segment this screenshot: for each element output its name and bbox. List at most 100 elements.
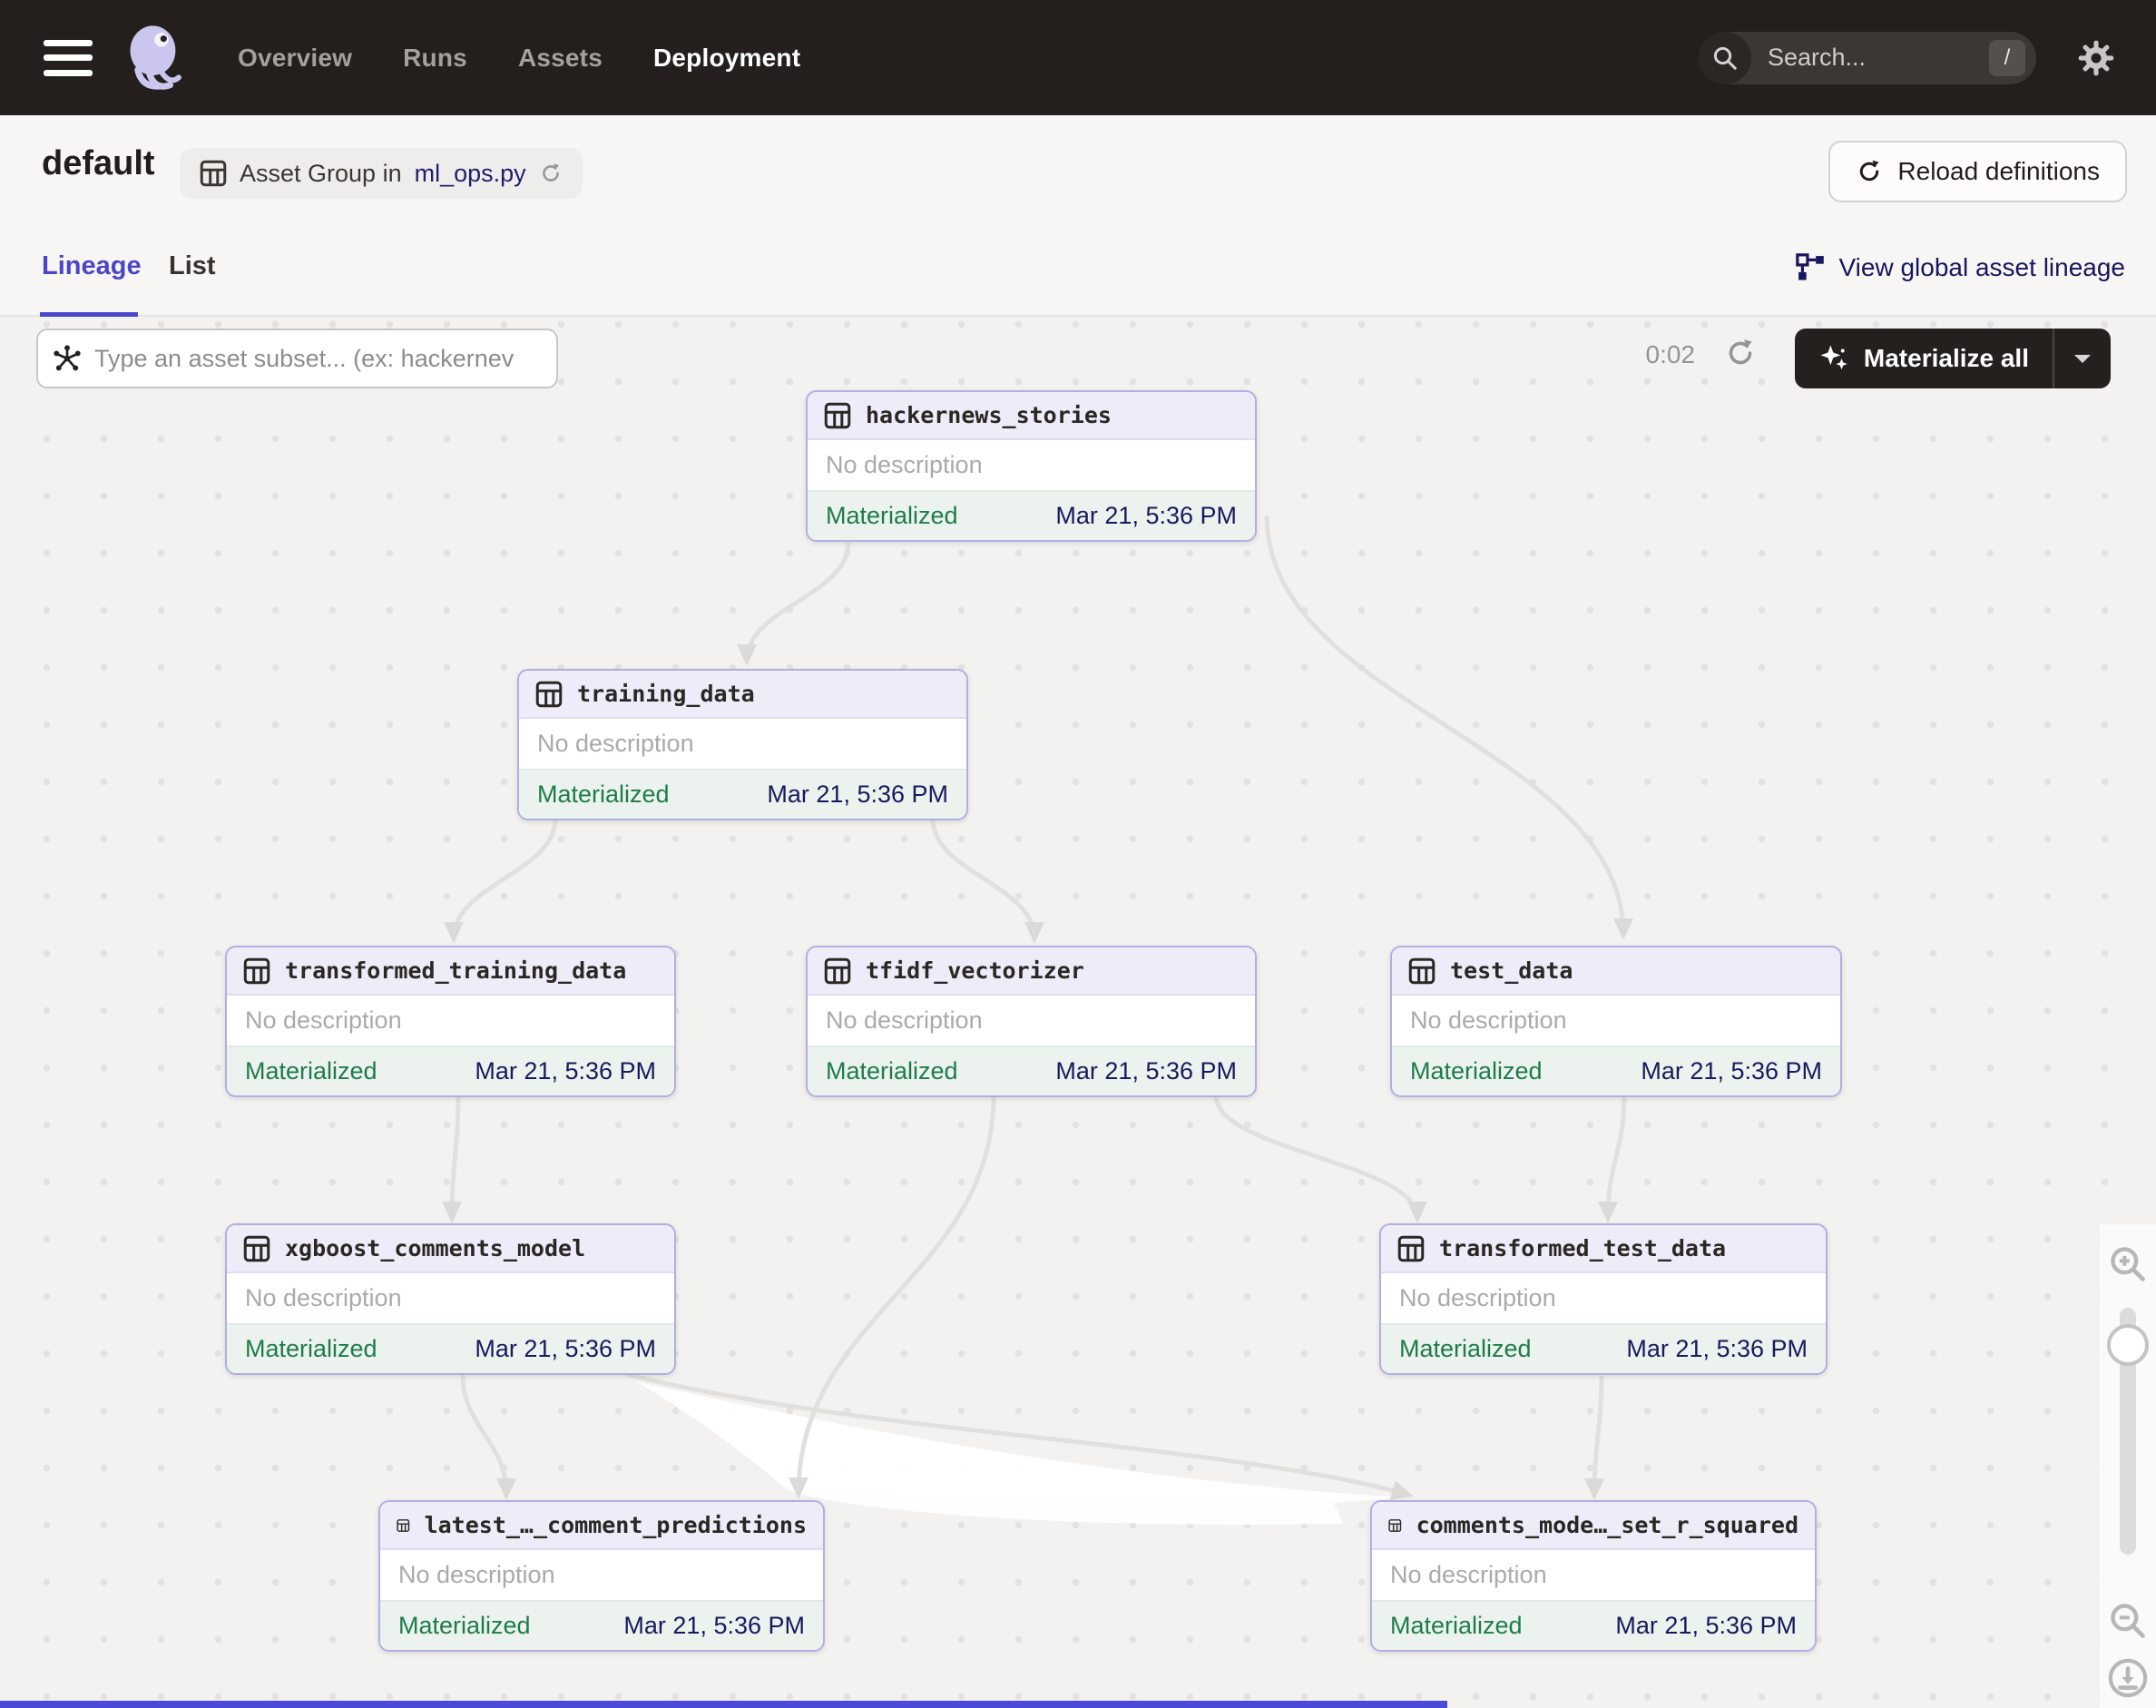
asset-name: xgboost_comments_model (285, 1235, 585, 1261)
materialization-timestamp-link[interactable]: Mar 21, 5:36 PM (623, 1612, 805, 1640)
nav-link-overview[interactable]: Overview (238, 44, 352, 73)
materialize-all-label: Materialize all (1864, 344, 2029, 373)
asset-description: No description (1410, 1006, 1567, 1035)
search-placeholder: Search... (1768, 44, 1989, 72)
asset-node-header: transformed_test_data (1381, 1225, 1826, 1273)
table-icon (200, 160, 227, 187)
graph-refresh-icon[interactable] (1724, 337, 1757, 369)
materialized-status: Materialized (245, 1057, 377, 1085)
sparkle-icon (1818, 343, 1849, 374)
refresh-icon[interactable] (539, 162, 563, 185)
zoom-slider-handle[interactable] (2107, 1324, 2149, 1366)
materialization-timestamp-link[interactable]: Mar 21, 5:36 PM (767, 780, 948, 809)
tab-lineage[interactable]: Lineage (42, 251, 142, 281)
materialization-timestamp-link[interactable]: Mar 21, 5:36 PM (1615, 1612, 1797, 1640)
materialization-timestamp-link[interactable]: Mar 21, 5:36 PM (475, 1057, 656, 1085)
materialize-options-button[interactable] (2053, 329, 2111, 388)
zoom-out-icon[interactable] (2108, 1601, 2148, 1641)
settings-gear-icon[interactable] (2076, 38, 2116, 78)
asset-node-footer: Materialized Mar 21, 5:36 PM (808, 1045, 1255, 1095)
asset-node-transformed_training_data[interactable]: transformed_training_data No description… (225, 946, 676, 1097)
asset-node-body: No description (380, 1550, 823, 1600)
asset-description: No description (826, 451, 983, 479)
asset-node-training_data[interactable]: training_data No description Materialize… (517, 669, 968, 820)
refresh-timer: 0:02 (1646, 340, 1696, 369)
reload-definitions-label: Reload definitions (1897, 157, 2100, 186)
asset-node-tfidf_vectorizer[interactable]: tfidf_vectorizer No description Material… (806, 946, 1257, 1097)
lineage-canvas[interactable]: hackernews_stories No description Materi… (0, 317, 2156, 1708)
asset-node-header: hackernews_stories (808, 392, 1255, 440)
view-global-asset-lineage-label: View global asset lineage (1839, 253, 2125, 282)
menu-icon[interactable] (44, 40, 93, 76)
table-icon (535, 681, 563, 708)
asset-node-xgboost_comments_model[interactable]: xgboost_comments_model No description Ma… (225, 1223, 676, 1375)
asset-description: No description (245, 1284, 402, 1312)
asset-node-body: No description (1381, 1273, 1826, 1323)
materialize-all-split-button: Materialize all (1795, 329, 2111, 388)
page-title: default (42, 144, 155, 183)
asset-node-comments_model_r_squared[interactable]: comments_mode…_set_r_squared No descript… (1370, 1500, 1817, 1652)
asset-node-test_data[interactable]: test_data No description Materialized Ma… (1390, 946, 1842, 1097)
asset-node-footer: Materialized Mar 21, 5:36 PM (1372, 1600, 1815, 1650)
asset-node-header: latest_…_comment_predictions (380, 1502, 823, 1550)
nav-link-deployment[interactable]: Deployment (653, 44, 800, 73)
asset-name: hackernews_stories (866, 402, 1112, 428)
view-global-asset-lineage-link[interactable]: View global asset lineage (1796, 253, 2125, 282)
asset-node-header: xgboost_comments_model (227, 1225, 674, 1273)
asset-description: No description (398, 1561, 555, 1589)
table-icon (1388, 1512, 1402, 1539)
nav-links: Overview Runs Assets Deployment (238, 44, 800, 73)
materialization-timestamp-link[interactable]: Mar 21, 5:36 PM (475, 1335, 656, 1363)
asset-subset-input[interactable] (94, 345, 542, 373)
materialized-status: Materialized (1390, 1612, 1523, 1640)
materialization-timestamp-link[interactable]: Mar 21, 5:36 PM (1626, 1335, 1808, 1363)
asset-node-header: transformed_training_data (227, 947, 674, 996)
zoom-in-icon[interactable] (2108, 1244, 2148, 1284)
horizontal-scrollbar[interactable] (0, 1701, 1447, 1708)
asset-node-hackernews_stories[interactable]: hackernews_stories No description Materi… (806, 390, 1257, 542)
nav-link-assets[interactable]: Assets (518, 44, 603, 73)
materialize-all-button[interactable]: Materialize all (1795, 329, 2053, 388)
materialized-status: Materialized (826, 502, 958, 530)
materialization-timestamp-link[interactable]: Mar 21, 5:36 PM (1641, 1057, 1822, 1085)
asset-description: No description (1399, 1284, 1556, 1312)
search-shortcut-badge: / (1989, 40, 2025, 76)
materialization-timestamp-link[interactable]: Mar 21, 5:36 PM (1055, 1057, 1237, 1085)
materialization-timestamp-link[interactable]: Mar 21, 5:36 PM (1055, 502, 1237, 530)
asset-group-file-link[interactable]: ml_ops.py (415, 160, 526, 188)
download-image-icon[interactable] (2107, 1657, 2149, 1699)
top-nav: Overview Runs Assets Deployment Search..… (0, 0, 2156, 115)
zoom-controls (2100, 1224, 2156, 1708)
asset-description: No description (245, 1006, 402, 1035)
asset-node-footer: Materialized Mar 21, 5:36 PM (1381, 1323, 1826, 1373)
search-input[interactable]: Search... / (1699, 32, 2036, 84)
asset-node-transformed_test_data[interactable]: transformed_test_data No description Mat… (1379, 1223, 1828, 1375)
asset-node-header: training_data (519, 671, 966, 719)
materialized-status: Materialized (1410, 1057, 1543, 1085)
asset-node-footer: Materialized Mar 21, 5:36 PM (380, 1600, 823, 1650)
materialized-status: Materialized (1399, 1335, 1532, 1363)
asset-node-body: No description (227, 996, 674, 1045)
dagster-logo-icon[interactable] (122, 24, 191, 93)
nav-link-runs[interactable]: Runs (403, 44, 467, 73)
chevron-down-icon (2073, 352, 2092, 365)
asset-node-header: tfidf_vectorizer (808, 947, 1255, 996)
table-icon (243, 957, 270, 985)
asset-node-body: No description (519, 719, 966, 769)
asset-subset-filter[interactable] (36, 329, 558, 388)
asset-node-latest_comment_predictions[interactable]: latest_…_comment_predictions No descript… (378, 1500, 825, 1652)
asset-name: training_data (577, 681, 755, 707)
asset-node-footer: Materialized Mar 21, 5:36 PM (227, 1045, 674, 1095)
asset-node-footer: Materialized Mar 21, 5:36 PM (227, 1323, 674, 1373)
reload-definitions-button[interactable]: Reload definitions (1828, 141, 2127, 202)
table-icon (824, 402, 851, 429)
zoom-slider[interactable] (2120, 1308, 2136, 1555)
asset-description: No description (537, 730, 694, 758)
reload-icon (1856, 158, 1883, 185)
asset-description: No description (1390, 1561, 1547, 1589)
tab-list[interactable]: List (169, 251, 216, 281)
asset-node-footer: Materialized Mar 21, 5:36 PM (808, 490, 1255, 540)
asset-name: comments_mode…_set_r_squared (1416, 1512, 1798, 1538)
asset-name: transformed_test_data (1439, 1235, 1726, 1261)
op-selector-icon (53, 344, 82, 373)
